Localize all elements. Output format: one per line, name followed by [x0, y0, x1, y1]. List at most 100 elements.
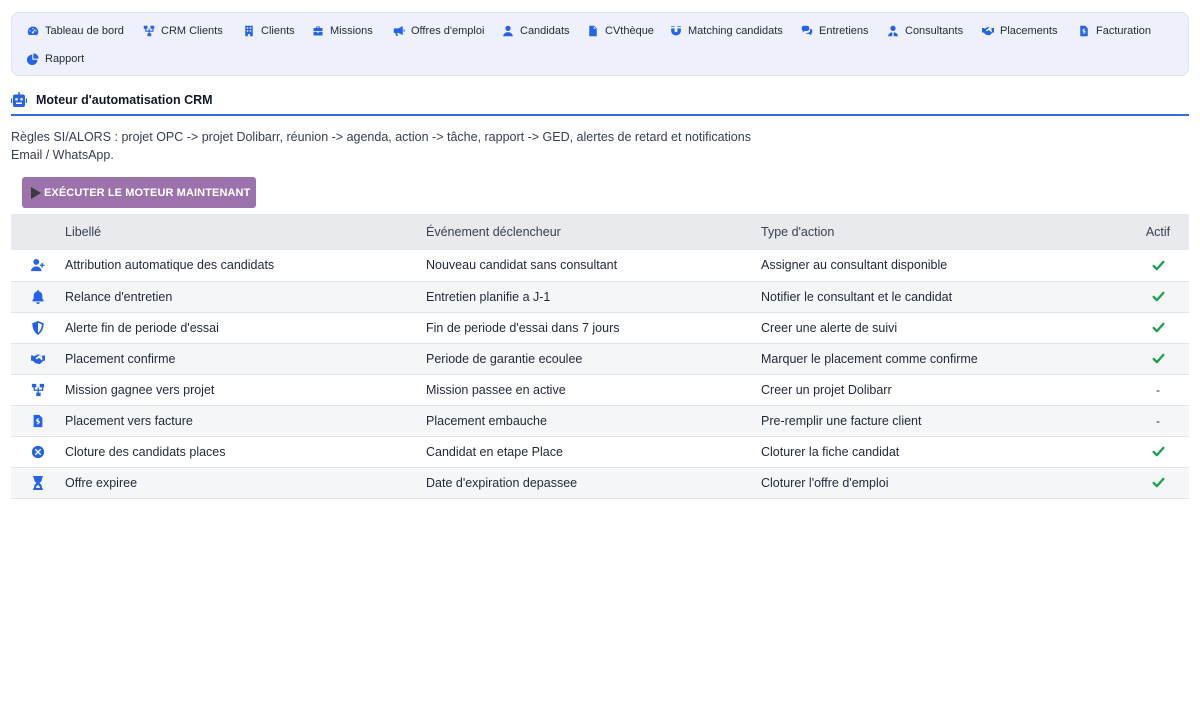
rule-active-status: [1131, 281, 1189, 313]
rule-label: Placement confirme: [65, 343, 426, 375]
nav-item-label: Missions: [330, 25, 373, 37]
rule-active-status: -: [1131, 374, 1189, 406]
hourglass-icon: [33, 475, 43, 490]
sitemap-icon: [31, 383, 45, 396]
dashboard-icon: [27, 26, 39, 36]
row-icon-cell: [11, 374, 65, 406]
nav-item-facturation[interactable]: Facturation: [1078, 23, 1151, 39]
nav-item-tableau-de-bord[interactable]: Tableau de bord: [27, 23, 124, 39]
section-header: Moteur d'automatisation CRM: [11, 91, 1189, 116]
rule-active-status: [1131, 250, 1189, 282]
column-header-icon: [11, 214, 65, 250]
rule-action: Creer une alerte de suivi: [761, 312, 1131, 344]
run-engine-button[interactable]: EXÉCUTER LE MOTEUR MAINTENANT: [22, 177, 256, 208]
nav-item-consultants[interactable]: Consultants: [887, 23, 963, 39]
shield-icon: [32, 320, 44, 335]
megaphone-icon: [393, 26, 405, 36]
nav-item-candidats[interactable]: Candidats: [502, 23, 570, 39]
rule-action: Pre-remplir une facture client: [761, 405, 1131, 437]
pie-chart-icon: [27, 53, 39, 65]
column-header-active: Actif: [1131, 214, 1189, 250]
nav-item-label: Consultants: [905, 25, 964, 37]
table-row[interactable]: Mission gagnee vers projet Mission passe…: [11, 374, 1189, 406]
page-title: Moteur d'automatisation CRM: [36, 93, 213, 107]
row-icon-cell: [11, 312, 65, 344]
briefcase-icon: [313, 26, 323, 36]
table-row[interactable]: Offre expiree Date d'expiration depassee…: [11, 467, 1189, 499]
nav-item-clients[interactable]: Clients: [243, 23, 295, 39]
nav-item-label: CRM Clients: [161, 25, 223, 37]
column-header-event: Événement déclencheur: [426, 214, 761, 250]
nav-item-rapport[interactable]: Rapport: [27, 51, 84, 67]
rule-label: Alerte fin de periode d'essai: [65, 312, 426, 344]
nav-item-placements[interactable]: Placements: [982, 23, 1057, 39]
nav-item-label: Clients: [261, 25, 295, 37]
row-icon-cell: [11, 405, 65, 437]
rule-action: Cloturer l'offre d'emploi: [761, 467, 1131, 499]
rule-action: Creer un projet Dolibarr: [761, 374, 1131, 406]
rule-action: Cloturer la fiche candidat: [761, 436, 1131, 468]
check-icon: [1151, 353, 1165, 364]
table-row[interactable]: Attribution automatique des candidats No…: [11, 250, 1189, 282]
table-row[interactable]: Relance d'entretien Entretien planifie a…: [11, 281, 1189, 313]
rule-label: Mission gagnee vers projet: [65, 374, 426, 406]
table-row[interactable]: Placement confirme Periode de garantie e…: [11, 343, 1189, 375]
rule-active-status: [1131, 343, 1189, 375]
column-header-action: Type d'action: [761, 214, 1131, 250]
check-icon: [1151, 477, 1165, 488]
nav-item-label: Offres d'emploi: [411, 25, 485, 37]
nav-item-entretiens[interactable]: Entretiens: [801, 23, 869, 39]
row-icon-cell: [11, 343, 65, 375]
rule-action: Marquer le placement comme confirme: [761, 343, 1131, 375]
user-icon: [503, 25, 513, 37]
nav-item-cvtheque[interactable]: CVthèque: [587, 23, 654, 39]
check-icon: [1151, 446, 1165, 457]
robot-icon: [11, 92, 27, 107]
rule-event: Mission passee en active: [426, 374, 761, 406]
check-icon: [1151, 291, 1165, 302]
table-header-row: Libellé Événement déclencheur Type d'act…: [11, 214, 1189, 250]
top-navigation: Tableau de bord CRM Clients Clients Miss…: [11, 12, 1189, 76]
row-icon-cell: [11, 281, 65, 313]
nav-item-missions[interactable]: Missions: [312, 23, 373, 39]
user-tie-icon: [888, 25, 898, 37]
rule-label: Cloture des candidats places: [65, 436, 426, 468]
handshake-icon: [982, 27, 994, 36]
run-engine-button-label: EXÉCUTER LE MOTEUR MAINTENANT: [44, 186, 251, 199]
magnet-icon: [671, 26, 681, 36]
rule-event: Nouveau candidat sans consultant: [426, 250, 761, 282]
table-row[interactable]: Placement vers facture Placement embauch…: [11, 405, 1189, 437]
rule-label: Offre expiree: [65, 467, 426, 499]
nav-item-crm-clients[interactable]: CRM Clients: [143, 23, 223, 39]
rule-event: Placement embauche: [426, 405, 761, 437]
building-icon: [245, 25, 253, 37]
rule-event: Periode de garantie ecoulee: [426, 343, 761, 375]
table-row[interactable]: Alerte fin de periode d'essai Fin de per…: [11, 312, 1189, 344]
nav-item-label: Matching candidats: [688, 25, 783, 37]
invoice-icon: [1080, 25, 1088, 37]
nav-item-label: Candidats: [520, 25, 570, 37]
rule-event: Fin de periode d'essai dans 7 jours: [426, 312, 761, 344]
row-icon-cell: [11, 467, 65, 499]
rule-active-status: -: [1131, 405, 1189, 437]
rule-event: Entretien planifie a J-1: [426, 281, 761, 313]
file-icon: [589, 25, 597, 37]
rule-event: Date d'expiration depassee: [426, 467, 761, 499]
circle-x-icon: [31, 445, 45, 458]
nav-item-matching-candidats[interactable]: Matching candidats: [670, 23, 783, 39]
rule-action: Assigner au consultant disponible: [761, 250, 1131, 282]
row-icon-cell: [11, 250, 65, 282]
rule-active-status: [1131, 436, 1189, 468]
handshake-icon: [31, 354, 45, 364]
nav-item-offres-emploi[interactable]: Offres d'emploi: [393, 23, 484, 39]
rule-action: Notifier le consultant et le candidat: [761, 281, 1131, 313]
user-plus-icon: [31, 259, 45, 272]
nav-item-label: Placements: [1000, 25, 1058, 37]
table-row[interactable]: Cloture des candidats places Candidat en…: [11, 436, 1189, 468]
sitemap-icon: [143, 25, 155, 37]
bell-icon: [32, 289, 44, 304]
column-header-label: Libellé: [65, 214, 426, 250]
comments-icon: [801, 25, 813, 36]
check-icon: [1151, 260, 1165, 271]
rule-active-status: [1131, 467, 1189, 499]
